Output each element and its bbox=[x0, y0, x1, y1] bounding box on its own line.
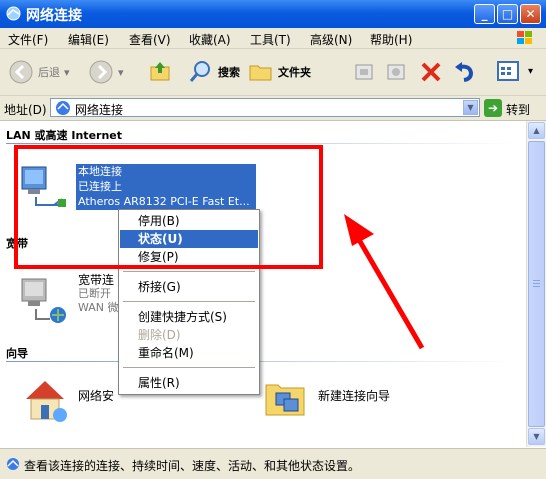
broadband-device: WAN 微 bbox=[78, 301, 119, 314]
search-icon bbox=[189, 61, 210, 82]
vertical-scrollbar[interactable]: ▲ ▼ bbox=[526, 121, 546, 447]
copy-to-button[interactable] bbox=[384, 59, 414, 85]
move-to-icon bbox=[355, 64, 373, 80]
address-dropdown-button[interactable]: ▼ bbox=[463, 100, 478, 115]
menu-advanced[interactable]: 高级(N) bbox=[310, 31, 352, 48]
window-title: 网络连接 bbox=[26, 8, 82, 24]
toolbar: 后退 ▾ ▾ 搜索 文件夹 ▾ bbox=[0, 49, 546, 96]
section-lan-header: LAN 或高速 Internet bbox=[6, 129, 123, 142]
minimize-button[interactable]: _ bbox=[474, 4, 495, 24]
annotation-arrow-icon bbox=[344, 214, 425, 350]
menu-tools[interactable]: 工具(T) bbox=[250, 31, 291, 48]
views-button[interactable]: ▾ bbox=[496, 59, 533, 83]
back-label: 后退 bbox=[38, 66, 60, 79]
broadband-name: 宽带连 bbox=[78, 273, 115, 287]
address-value: 网络连接 bbox=[75, 103, 124, 117]
section-wizard-header: 向导 bbox=[6, 347, 28, 360]
up-folder-button[interactable] bbox=[148, 59, 176, 83]
up-folder-icon bbox=[150, 62, 170, 81]
status-bar: 查看该连接的连接、持续时间、速度、活动、和其他状态设置。 bbox=[0, 448, 546, 479]
title-bar: 网络连接 _ □ ✕ bbox=[0, 0, 546, 28]
search-label: 搜索 bbox=[218, 66, 240, 79]
views-icon bbox=[497, 61, 519, 81]
address-input[interactable]: 网络连接 ▼ bbox=[50, 98, 480, 117]
status-text: 查看该连接的连接、持续时间、速度、活动、和其他状态设置。 bbox=[24, 459, 361, 473]
network-connections-icon bbox=[6, 6, 21, 21]
status-network-icon bbox=[7, 458, 19, 470]
menu-separator bbox=[123, 271, 255, 272]
maximize-button[interactable]: □ bbox=[497, 4, 518, 24]
annotation-highlight-box bbox=[14, 145, 323, 269]
close-button[interactable]: ✕ bbox=[520, 4, 541, 24]
menu-item-create-shortcut[interactable]: 创建快捷方式(S) bbox=[120, 308, 258, 326]
broadband-status: 已断开 bbox=[78, 287, 111, 300]
address-label: 地址(D) bbox=[4, 103, 47, 117]
section-divider bbox=[6, 361, 516, 362]
broadband-item-text[interactable]: 宽带连 已断开 WAN 微 bbox=[78, 273, 119, 315]
home-network-wizard-label[interactable]: 网络安 bbox=[78, 387, 114, 404]
undo-button[interactable] bbox=[452, 59, 482, 85]
scroll-down-button[interactable]: ▼ bbox=[528, 428, 545, 445]
windows-logo-icon bbox=[517, 31, 532, 44]
menu-favorites[interactable]: 收藏(A) bbox=[189, 31, 231, 48]
menu-item-properties[interactable]: 属性(R) bbox=[120, 374, 258, 392]
menu-item-rename[interactable]: 重命名(M) bbox=[120, 344, 258, 362]
search-button[interactable]: 搜索 bbox=[188, 59, 240, 85]
forward-button[interactable]: ▾ bbox=[88, 59, 124, 85]
menu-bar: 文件(F) 编辑(E) 查看(V) 收藏(A) 工具(T) 高级(N) 帮助(H… bbox=[0, 28, 546, 49]
network-connections-icon bbox=[56, 101, 70, 115]
copy-to-icon bbox=[387, 64, 405, 80]
section-divider bbox=[6, 143, 516, 144]
undo-icon bbox=[455, 62, 474, 82]
go-button[interactable]: 转到 bbox=[506, 101, 530, 118]
delete-button[interactable] bbox=[418, 59, 448, 85]
menu-edit[interactable]: 编辑(E) bbox=[68, 31, 109, 48]
new-connection-wizard-label[interactable]: 新建连接向导 bbox=[318, 387, 390, 404]
scroll-thumb[interactable] bbox=[528, 141, 545, 427]
broadband-connection-icon[interactable] bbox=[18, 273, 70, 325]
folders-button[interactable]: 文件夹 bbox=[248, 59, 311, 85]
menu-item-bridge[interactable]: 桥接(G) bbox=[120, 278, 258, 296]
menu-separator bbox=[123, 301, 255, 302]
menu-item-delete: 删除(D) bbox=[138, 328, 181, 342]
back-button[interactable]: 后退 ▾ bbox=[8, 59, 70, 85]
folders-label: 文件夹 bbox=[278, 66, 311, 79]
menu-separator bbox=[123, 367, 255, 368]
delete-x-icon bbox=[421, 62, 441, 82]
move-to-button[interactable] bbox=[352, 59, 382, 85]
home-network-wizard-icon[interactable] bbox=[20, 375, 70, 425]
go-arrow-icon[interactable]: ➔ bbox=[484, 99, 502, 117]
menu-file[interactable]: 文件(F) bbox=[8, 31, 48, 48]
menu-view[interactable]: 查看(V) bbox=[129, 31, 171, 48]
menu-help[interactable]: 帮助(H) bbox=[370, 31, 412, 48]
address-bar: 地址(D) 网络连接 ▼ ➔ 转到 bbox=[0, 96, 546, 121]
new-connection-wizard-icon[interactable] bbox=[262, 375, 308, 421]
forward-arrow-icon bbox=[89, 60, 113, 84]
scroll-up-button[interactable]: ▲ bbox=[528, 122, 545, 139]
back-arrow-icon bbox=[9, 60, 33, 84]
folder-icon bbox=[249, 65, 272, 81]
